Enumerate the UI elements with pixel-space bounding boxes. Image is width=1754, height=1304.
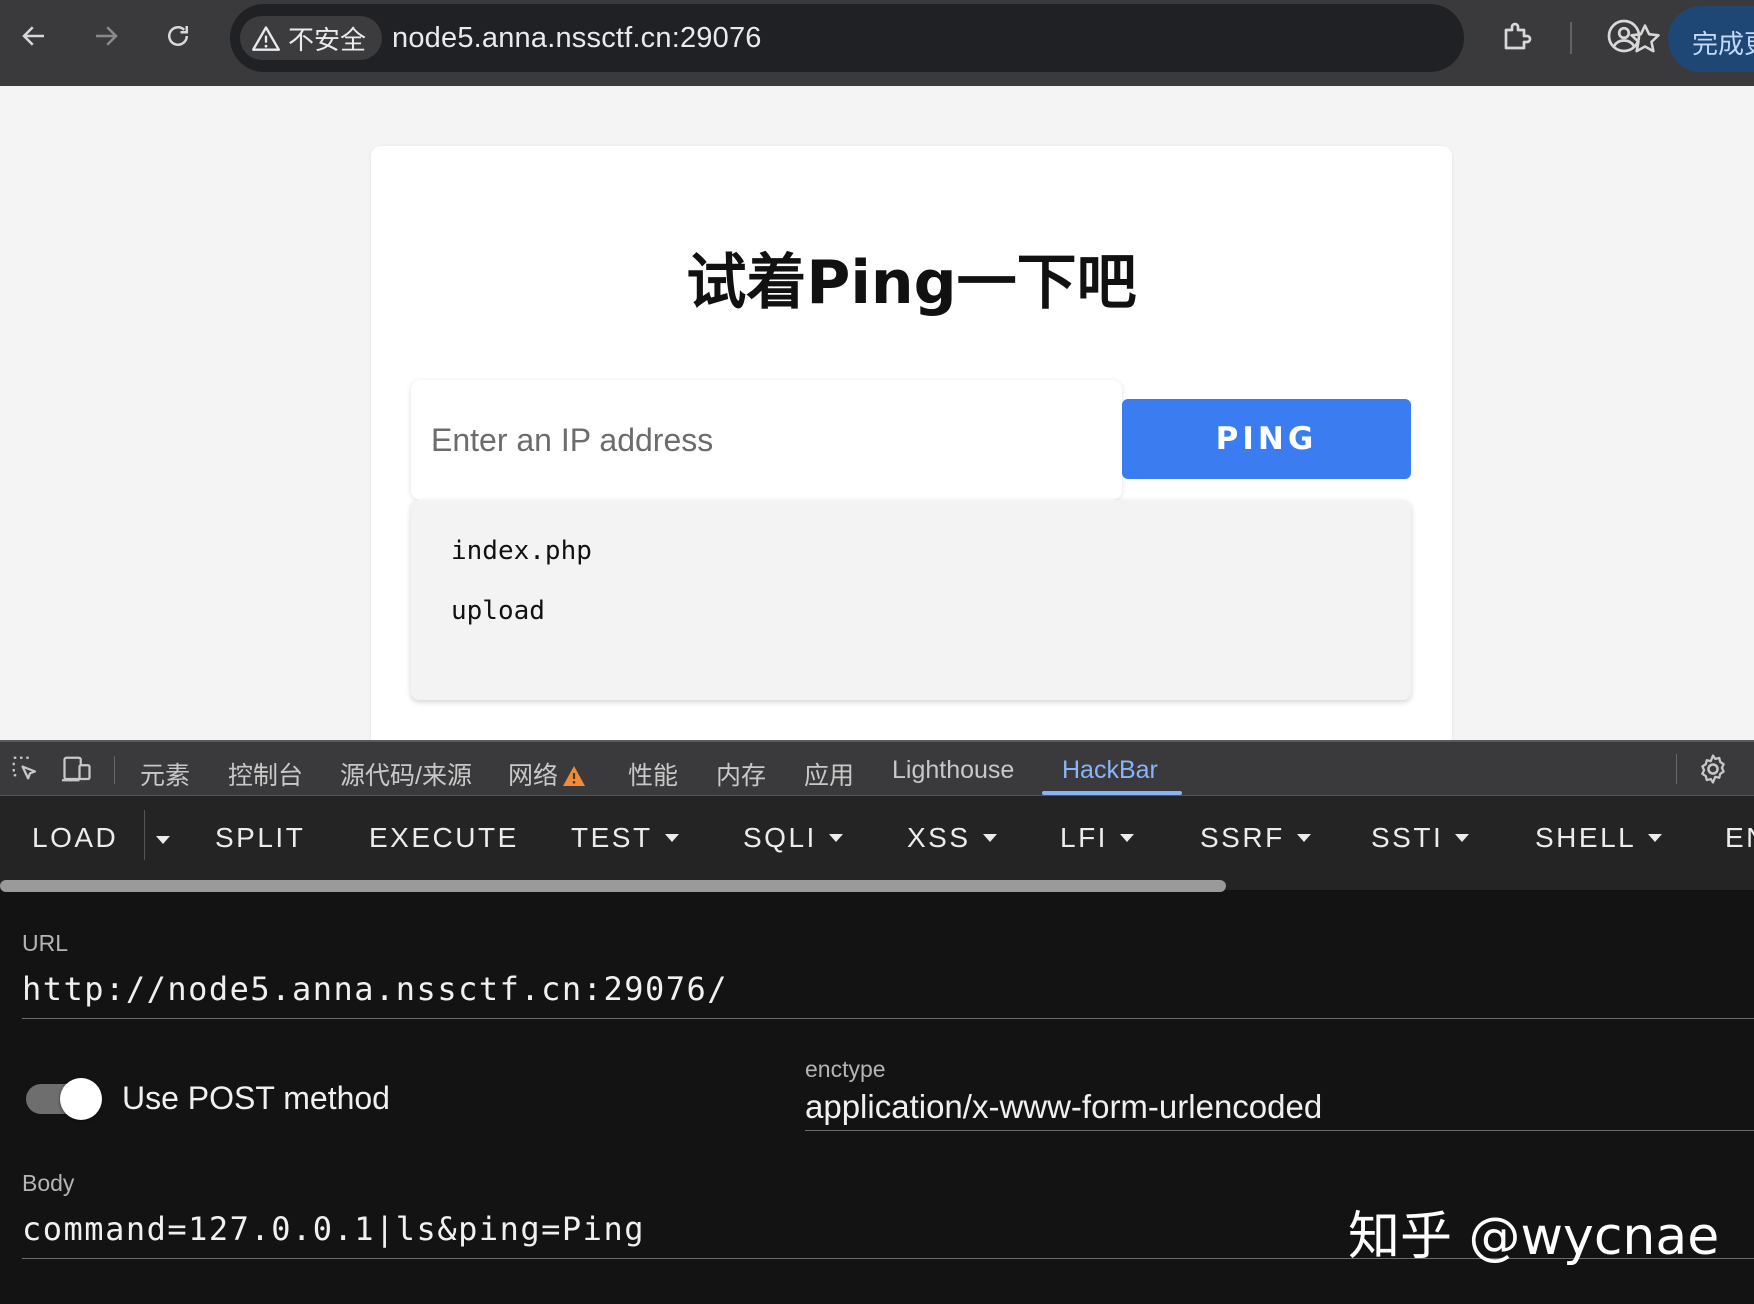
test-label: TEST — [571, 822, 653, 853]
body-field[interactable]: command=127.0.0.1|ls&ping=Ping — [22, 1210, 645, 1248]
enctype-select[interactable]: application/x-www-form-urlencoded — [805, 1088, 1322, 1126]
sqli-menu[interactable]: SQLI — [743, 822, 843, 854]
hackbar-toolbar: LOAD SPLIT EXECUTE TEST SQLI XSS LFI SSR… — [0, 796, 1754, 890]
reload-icon — [168, 26, 188, 46]
shell-label: SHELL — [1535, 822, 1637, 853]
security-label: 不安全 — [288, 24, 367, 55]
load-dropdown-icon[interactable] — [156, 836, 170, 844]
profile-icon[interactable] — [1606, 18, 1642, 54]
split-button[interactable]: SPLIT — [215, 822, 305, 854]
chevron-down-icon — [1119, 834, 1134, 842]
chevron-down-icon — [664, 834, 679, 842]
chevron-down-icon — [828, 834, 843, 842]
execute-button[interactable]: EXECUTE — [369, 822, 519, 854]
post-toggle-label: Use POST method — [122, 1080, 390, 1116]
toolbar-divider — [1570, 22, 1572, 54]
screen: 不安全 node5.anna.nssctf.cn:29076 完成更新 试着Pi… — [0, 0, 1754, 1304]
shell-menu[interactable]: SHELL — [1535, 822, 1663, 854]
device-toolbar-icon[interactable] — [60, 754, 94, 784]
load-button[interactable]: LOAD — [32, 822, 118, 854]
chevron-down-icon — [1455, 834, 1470, 842]
output-line: upload — [451, 596, 545, 626]
body-label: Body — [22, 1170, 75, 1196]
tab-network-label: 网络 — [508, 762, 559, 790]
tab-hackbar[interactable]: HackBar — [1062, 756, 1158, 785]
url-label: URL — [22, 930, 69, 956]
page-title: 试着Ping一下吧 — [686, 248, 1137, 318]
tab-application[interactable]: 应用 — [804, 756, 854, 792]
sqli-label: SQLI — [743, 822, 817, 853]
back-icon — [22, 26, 44, 46]
ssti-menu[interactable]: SSTI — [1371, 822, 1470, 854]
xss-label: XSS — [907, 822, 971, 853]
ssrf-menu[interactable]: SSRF — [1200, 822, 1311, 854]
chevron-down-icon — [982, 834, 997, 842]
ip-input[interactable] — [411, 380, 1122, 500]
network-warning-icon — [563, 766, 586, 786]
output-line: index.php — [451, 536, 592, 566]
reload-button[interactable] — [158, 16, 198, 56]
back-button[interactable] — [14, 16, 54, 56]
tab-network[interactable]: 网络 — [508, 756, 586, 792]
tab-memory[interactable]: 内存 — [716, 756, 766, 792]
address-text[interactable]: node5.anna.nssctf.cn:29076 — [392, 22, 762, 55]
enctype-label: enctype — [805, 1056, 886, 1082]
tab-divider — [1676, 754, 1677, 784]
tab-divider — [114, 756, 115, 784]
warning-icon — [252, 26, 280, 51]
forward-icon — [96, 26, 118, 46]
horizontal-scrollbar[interactable] — [0, 880, 1226, 892]
url-field-underline — [22, 1018, 1754, 1019]
tab-performance[interactable]: 性能 — [628, 756, 678, 792]
browser-toolbar: 不安全 node5.anna.nssctf.cn:29076 完成更新 — [0, 0, 1754, 86]
forward-button[interactable] — [86, 16, 126, 56]
tab-sources[interactable]: 源代码/来源 — [340, 756, 472, 792]
post-toggle-knob[interactable] — [60, 1078, 102, 1120]
enctype-underline — [805, 1130, 1754, 1131]
xss-menu[interactable]: XSS — [907, 822, 997, 854]
ssti-label: SSTI — [1371, 822, 1444, 853]
update-button[interactable]: 完成更新 — [1668, 6, 1754, 72]
url-field[interactable]: http://node5.anna.nssctf.cn:29076/ — [22, 970, 728, 1008]
hackbar-panel: URL http://node5.anna.nssctf.cn:29076/ U… — [0, 892, 1754, 1304]
tab-console[interactable]: 控制台 — [228, 756, 303, 792]
chevron-down-icon — [1296, 834, 1311, 842]
active-tab-indicator — [1042, 791, 1182, 795]
watermark: 知乎 @wycnae — [1348, 1207, 1720, 1267]
tab-elements[interactable]: 元素 — [140, 756, 190, 792]
chevron-down-icon — [1648, 834, 1663, 842]
settings-gear-icon[interactable] — [1696, 752, 1730, 786]
page-viewport: 试着Ping一下吧 PING index.php upload — [0, 86, 1754, 740]
output-box: index.php upload — [411, 500, 1411, 700]
ssrf-label: SSRF — [1200, 822, 1285, 853]
test-menu[interactable]: TEST — [571, 822, 679, 854]
lfi-menu[interactable]: LFI — [1060, 822, 1134, 854]
devtools-tab-bar: 元素 控制台 源代码/来源 网络 性能 内存 应用 Lighthouse Hac… — [0, 740, 1754, 796]
inspect-element-icon[interactable] — [8, 754, 42, 784]
ping-card: 试着Ping一下吧 PING index.php upload — [371, 146, 1452, 740]
address-bar[interactable]: 不安全 node5.anna.nssctf.cn:29076 — [230, 4, 1660, 72]
extensions-icon[interactable] — [1500, 18, 1536, 54]
tab-lighthouse[interactable]: Lighthouse — [892, 756, 1014, 785]
lfi-label: LFI — [1060, 822, 1108, 853]
ping-button[interactable]: PING — [1122, 399, 1411, 479]
security-chip[interactable]: 不安全 — [240, 16, 383, 60]
encoding-menu[interactable]: EN — [1725, 822, 1754, 854]
load-divider — [144, 810, 145, 860]
